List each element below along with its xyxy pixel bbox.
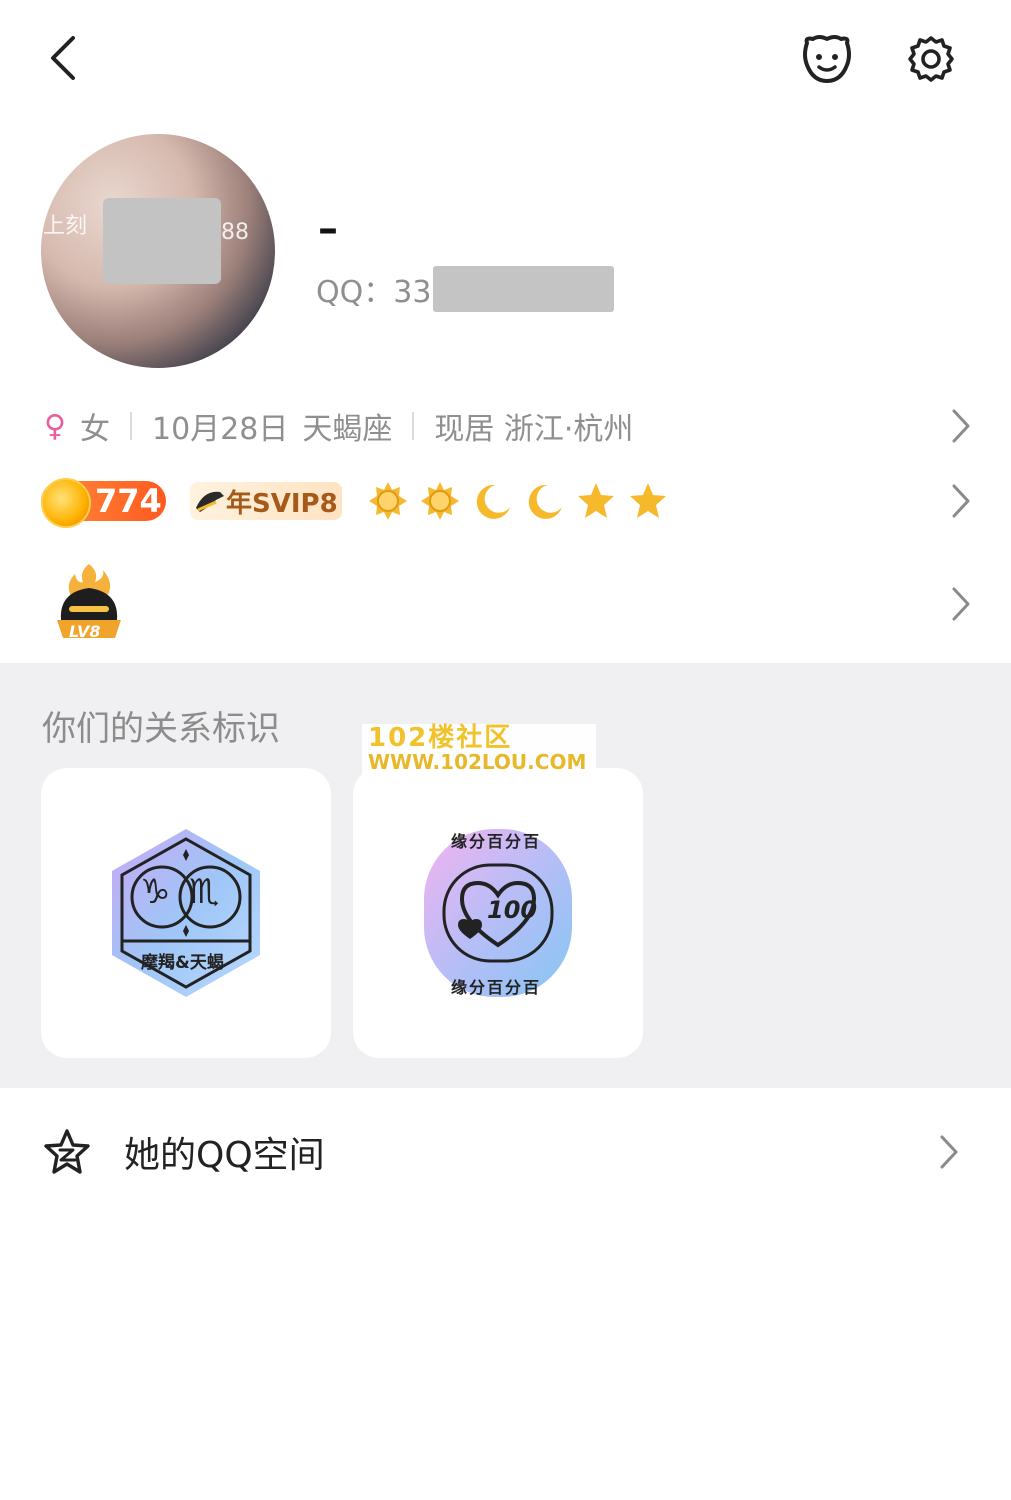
- level-badge: 774: [41, 478, 166, 528]
- nickname: –: [318, 206, 338, 252]
- avatar[interactable]: 上刻 88: [41, 134, 275, 368]
- basic-info-row[interactable]: ♀ 女 10月28日 天蝎座 现居 浙江·杭州: [44, 404, 971, 448]
- chevron-right-icon: [952, 409, 970, 443]
- settings-button[interactable]: [904, 32, 958, 86]
- zodiac-match-caption: 摩羯&天蝎: [141, 953, 224, 973]
- svip-label: 年SVIP8: [226, 488, 338, 519]
- star-icon: [578, 483, 614, 518]
- game-level-label: LV8: [69, 622, 101, 641]
- relationship-card-zodiac[interactable]: ♑ ♏ 摩羯&天蝎: [41, 768, 331, 1058]
- qzone-label: 她的QQ空间: [124, 1135, 325, 1176]
- chevron-right-icon: [952, 587, 970, 621]
- qq-label: QQ：33: [316, 275, 432, 310]
- watermark-url: WWW.102LOU.COM: [368, 750, 587, 774]
- crown-icon: [196, 491, 224, 512]
- chevron-left-icon: [51, 36, 75, 80]
- gender-text: 女: [79, 412, 110, 447]
- coin-icon: [41, 478, 91, 528]
- sun-icon: [369, 482, 407, 520]
- vip-badges-row[interactable]: 774 年SVIP8: [41, 478, 971, 528]
- qzone-row[interactable]: 她的QQ空间: [0, 1110, 1011, 1194]
- zodiac-match-badge-icon: [112, 829, 260, 997]
- chevron-right-icon: [940, 1135, 958, 1169]
- zodiac-text: 天蝎座: [302, 412, 393, 447]
- qq-level-icons: [368, 481, 668, 521]
- watermark-title: 102楼社区: [368, 723, 513, 753]
- avatar-face-icon: [803, 35, 851, 83]
- zodiac-symbol-right: ♏: [189, 872, 220, 912]
- qq-number-mask: [433, 266, 615, 312]
- game-badge-row[interactable]: LV8: [41, 560, 971, 646]
- star-icon: [630, 483, 666, 518]
- back-button[interactable]: [40, 30, 84, 86]
- avatar-overlay-text: 上刻: [43, 214, 88, 239]
- relationship-title: 你们的关系标识: [42, 709, 280, 749]
- birthday-text: 10月28日: [151, 412, 289, 447]
- site-watermark: 102楼社区 WWW.102LOU.COM: [362, 724, 596, 774]
- moon-icon: [476, 484, 510, 519]
- location-text: 现居 浙江·杭州: [434, 412, 634, 447]
- sun-icon: [421, 482, 459, 520]
- qzone-star-icon: [44, 1129, 90, 1174]
- zodiac-symbol-left: ♑: [140, 872, 171, 912]
- fate-ring-top-text: 缘分百分百: [451, 832, 542, 851]
- divider: [412, 412, 415, 440]
- divider: [129, 412, 132, 440]
- qq-number: QQ：33: [316, 266, 615, 312]
- level-value: 774: [95, 482, 162, 520]
- avatar-privacy-mask: [103, 198, 221, 284]
- avatar-face-button[interactable]: [800, 32, 854, 86]
- avatar-overlay-text: 88: [221, 220, 249, 245]
- fate-number: 100: [487, 896, 538, 924]
- chevron-right-icon: [952, 484, 970, 518]
- moon-icon: [528, 484, 562, 519]
- svip-badge: 年SVIP8: [190, 482, 342, 520]
- gender-icon: ♀: [44, 408, 66, 444]
- fate-ring-bottom-text: 缘分百分百: [451, 978, 542, 997]
- relationship-card-fate[interactable]: 100 缘分百分百 缘分百分百: [353, 768, 643, 1058]
- gear-icon: [908, 36, 954, 82]
